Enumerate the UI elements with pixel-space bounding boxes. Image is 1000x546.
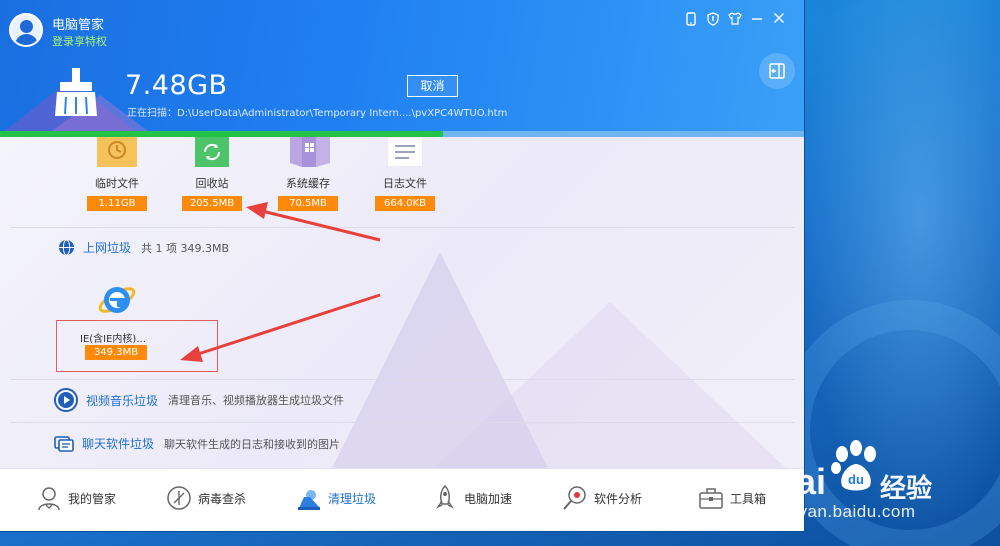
background-mountain bbox=[330, 252, 550, 468]
tab-label: 电脑加速 bbox=[464, 491, 513, 506]
chat-icon bbox=[54, 435, 74, 452]
toolbox-icon bbox=[699, 488, 723, 509]
rocket-icon bbox=[435, 485, 455, 509]
baidu-paw-logo: du bbox=[828, 440, 884, 492]
tab-my-butler[interactable]: 我的管家 bbox=[36, 485, 116, 511]
windows-cache-icon bbox=[288, 137, 330, 167]
svg-text:du: du bbox=[848, 472, 864, 487]
video-junk-desc: 清理音乐、视频播放器生成垃圾文件 bbox=[168, 394, 345, 407]
log-files-size: 664.0KB bbox=[375, 196, 435, 211]
close-icon[interactable] bbox=[768, 12, 790, 30]
watermark-brand: Bai bbox=[770, 461, 827, 502]
recycle-bin-item[interactable]: 回收站 205.5MB bbox=[167, 137, 257, 211]
ie-icon[interactable] bbox=[96, 279, 138, 319]
header: 电脑管家 登录享特权 7.48GB 正在扫描：D:\UserData\Admin… bbox=[0, 0, 804, 137]
butler-icon bbox=[38, 487, 60, 511]
chat-junk-row[interactable]: 聊天软件垃圾 聊天软件生成的日志和接收到的图片 bbox=[54, 435, 340, 452]
cancel-button[interactable]: 取消 bbox=[407, 75, 458, 97]
chat-junk-title: 聊天软件垃圾 bbox=[82, 437, 155, 451]
watermark-url: jingyan.baidu.com bbox=[770, 502, 916, 521]
ie-item-size: 349.3MB bbox=[85, 345, 147, 360]
tab-label: 工具箱 bbox=[730, 491, 767, 506]
temp-files-label: 临时文件 bbox=[95, 177, 139, 190]
avatar[interactable] bbox=[9, 13, 43, 47]
system-cache-item[interactable]: 系统缓存 70.5MB bbox=[263, 137, 353, 211]
chat-junk-desc: 聊天软件生成的日志和接收到的图片 bbox=[164, 437, 341, 451]
divider bbox=[10, 379, 795, 380]
login-link[interactable]: 登录享特权 bbox=[52, 33, 107, 49]
temp-files-item[interactable]: 临时文件 1.11GB bbox=[72, 137, 162, 211]
web-junk-header[interactable]: 上网垃圾 共 1 项 349.3MB bbox=[58, 239, 229, 256]
recycle-icon bbox=[192, 137, 232, 167]
recycle-bin-size: 205.5MB bbox=[182, 196, 242, 211]
tab-toolbox[interactable]: 工具箱 bbox=[698, 485, 766, 511]
divider bbox=[10, 227, 795, 228]
tab-speedup[interactable]: 电脑加速 bbox=[432, 485, 512, 511]
tab-label: 我的管家 bbox=[68, 491, 117, 506]
log-files-item[interactable]: 日志文件 664.0KB bbox=[360, 137, 450, 211]
skin-icon[interactable] bbox=[724, 12, 746, 30]
scanned-size: 7.48GB bbox=[125, 70, 228, 101]
divider bbox=[10, 422, 795, 423]
antivirus-icon bbox=[167, 486, 191, 510]
system-cache-size: 70.5MB bbox=[278, 196, 338, 211]
exit-panel-icon bbox=[769, 63, 785, 79]
log-files-label: 日志文件 bbox=[383, 177, 427, 190]
analysis-icon bbox=[563, 486, 586, 510]
tab-cleanup[interactable]: 清理垃圾 bbox=[296, 485, 376, 511]
tab-label: 清理垃圾 bbox=[328, 491, 377, 506]
temp-files-size: 1.11GB bbox=[87, 196, 147, 211]
video-junk-title: 视频音乐垃圾 bbox=[86, 393, 159, 408]
log-file-icon bbox=[385, 137, 425, 168]
app-title: 电脑管家 bbox=[52, 18, 105, 33]
tab-label: 病毒查杀 bbox=[198, 491, 247, 506]
recycle-bin-label: 回收站 bbox=[195, 177, 229, 190]
scan-results[interactable]: 临时文件 1.11GB 回收站 205.5MB 系统缓存 70.5MB 日志文件… bbox=[0, 137, 804, 468]
play-icon bbox=[54, 388, 78, 412]
tab-software-analysis[interactable]: 软件分析 bbox=[562, 485, 642, 511]
system-cache-label: 系统缓存 bbox=[286, 177, 330, 190]
pc-manager-window: 电脑管家 登录享特权 7.48GB 正在扫描：D:\UserData\Admin… bbox=[0, 0, 805, 532]
cleanup-icon bbox=[298, 490, 320, 510]
broom-icon bbox=[53, 68, 99, 118]
scan-path: 正在扫描：D:\UserData\Administrator\Temporary… bbox=[127, 108, 508, 119]
minimize-icon[interactable] bbox=[746, 12, 768, 30]
shield-icon[interactable] bbox=[702, 12, 724, 30]
bottom-nav: 我的管家 病毒查杀 清理垃圾 电脑加速 软件分析 工具箱 bbox=[0, 468, 804, 531]
web-junk-title: 上网垃圾 bbox=[83, 241, 132, 255]
video-junk-row[interactable]: 视频音乐垃圾 清理音乐、视频播放器生成垃圾文件 bbox=[54, 388, 344, 412]
globe-icon bbox=[59, 239, 74, 256]
phone-icon[interactable] bbox=[680, 12, 702, 30]
tab-antivirus[interactable]: 病毒查杀 bbox=[166, 485, 246, 511]
ie-item-label: IE(含IE内核)... bbox=[80, 334, 146, 345]
web-junk-meta: 共 1 项 349.3MB bbox=[141, 241, 230, 255]
tab-label: 软件分析 bbox=[594, 491, 643, 506]
collapse-button[interactable] bbox=[759, 53, 795, 89]
watermark-cn: 经验 bbox=[880, 474, 933, 504]
window-controls bbox=[680, 12, 790, 30]
clock-folder-icon bbox=[97, 137, 137, 167]
